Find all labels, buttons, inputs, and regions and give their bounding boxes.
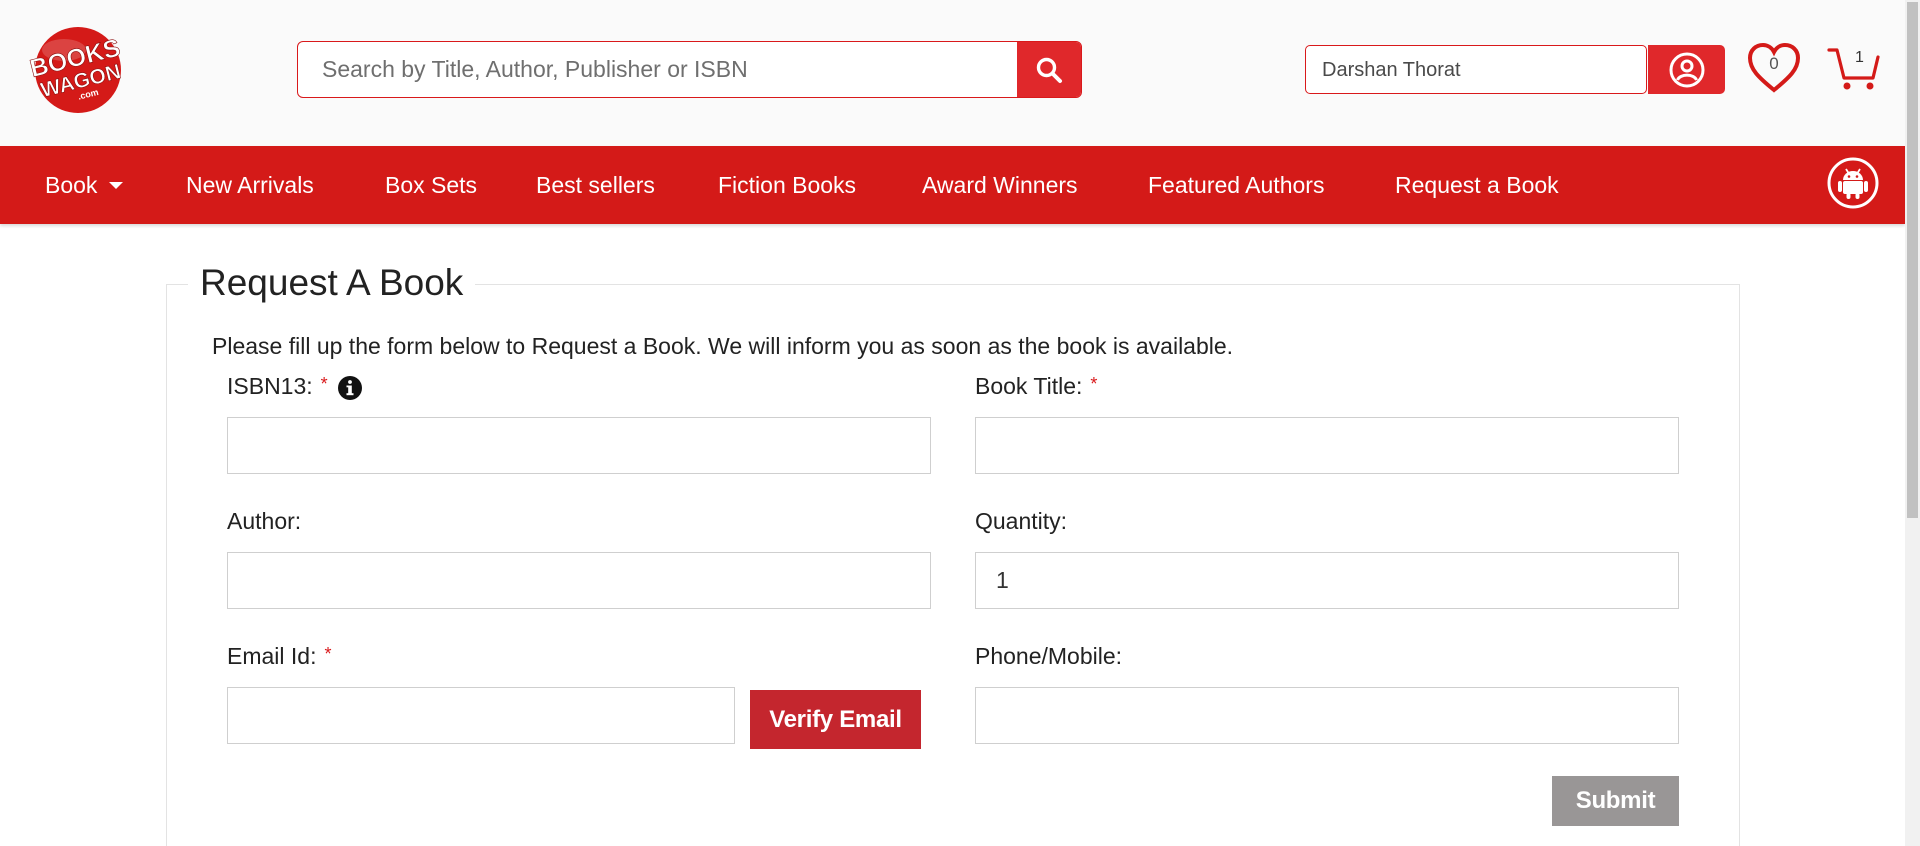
search-bar [297, 41, 1082, 98]
nav-item-request-a-book[interactable]: Request a Book [1395, 172, 1559, 199]
form-intro-text: Please fill up the form below to Request… [212, 333, 1234, 359]
book-title-label: Book Title: * [975, 373, 1097, 400]
android-icon [1827, 157, 1879, 209]
submit-button[interactable]: Submit [1552, 776, 1679, 826]
email-label-text: Email Id: [227, 643, 317, 669]
cart-icon [1827, 48, 1880, 90]
book-title-label-text: Book Title: [975, 373, 1083, 399]
account-name: Darshan Thorat [1322, 59, 1461, 81]
author-label: Author: [227, 508, 302, 534]
quantity-label: Quantity: [975, 508, 1068, 534]
nav-item-new-arrivals[interactable]: New Arrivals [186, 172, 314, 199]
required-mark: * [320, 374, 328, 394]
nav-item-book[interactable]: Book [45, 172, 124, 199]
book-title-input[interactable] [975, 417, 1679, 474]
bookswagon-logo[interactable]: BOOKS WAGON .com [22, 22, 134, 114]
email-input[interactable] [227, 687, 735, 744]
search-button[interactable] [1017, 42, 1081, 97]
phone-label: Phone/Mobile: [975, 643, 1123, 669]
required-mark: * [1090, 374, 1098, 394]
phone-input[interactable] [975, 687, 1679, 744]
email-label: Email Id: * [227, 643, 332, 670]
isbn-label: ISBN13: * [227, 373, 328, 400]
caret-down-icon [109, 182, 124, 189]
nav-item-best-sellers[interactable]: Best sellers [536, 172, 655, 199]
user-icon [1669, 52, 1704, 87]
isbn-label-text: ISBN13: [227, 373, 313, 399]
search-icon [1036, 57, 1062, 83]
search-input[interactable] [298, 42, 1018, 97]
nav-item-box-sets[interactable]: Box Sets [385, 172, 477, 199]
account-name-box[interactable]: Darshan Thorat [1305, 45, 1647, 94]
wishlist-button[interactable]: 0 [1745, 40, 1803, 96]
scrollbar-thumb[interactable] [1907, 2, 1918, 518]
info-icon[interactable] [337, 375, 363, 401]
nav-item-award-winners[interactable]: Award Winners [922, 172, 1078, 199]
nav-item-featured-authors[interactable]: Featured Authors [1148, 172, 1324, 199]
account-button[interactable] [1648, 45, 1725, 94]
quantity-input[interactable] [975, 552, 1679, 609]
author-input[interactable] [227, 552, 931, 609]
cart-count: 1 [1855, 49, 1864, 66]
page-title: Request A Book [188, 262, 476, 304]
cart-button[interactable]: 1 [1827, 46, 1881, 92]
main-nav: Book New Arrivals Box Sets Best sellers … [0, 146, 1905, 224]
nav-label: Book [45, 172, 98, 198]
required-mark: * [324, 644, 332, 664]
isbn-input[interactable] [227, 417, 931, 474]
android-app-button[interactable] [1826, 156, 1880, 210]
wishlist-count: 0 [1769, 54, 1779, 73]
nav-item-fiction-books[interactable]: Fiction Books [718, 172, 856, 199]
verify-email-button[interactable]: Verify Email [750, 690, 921, 749]
